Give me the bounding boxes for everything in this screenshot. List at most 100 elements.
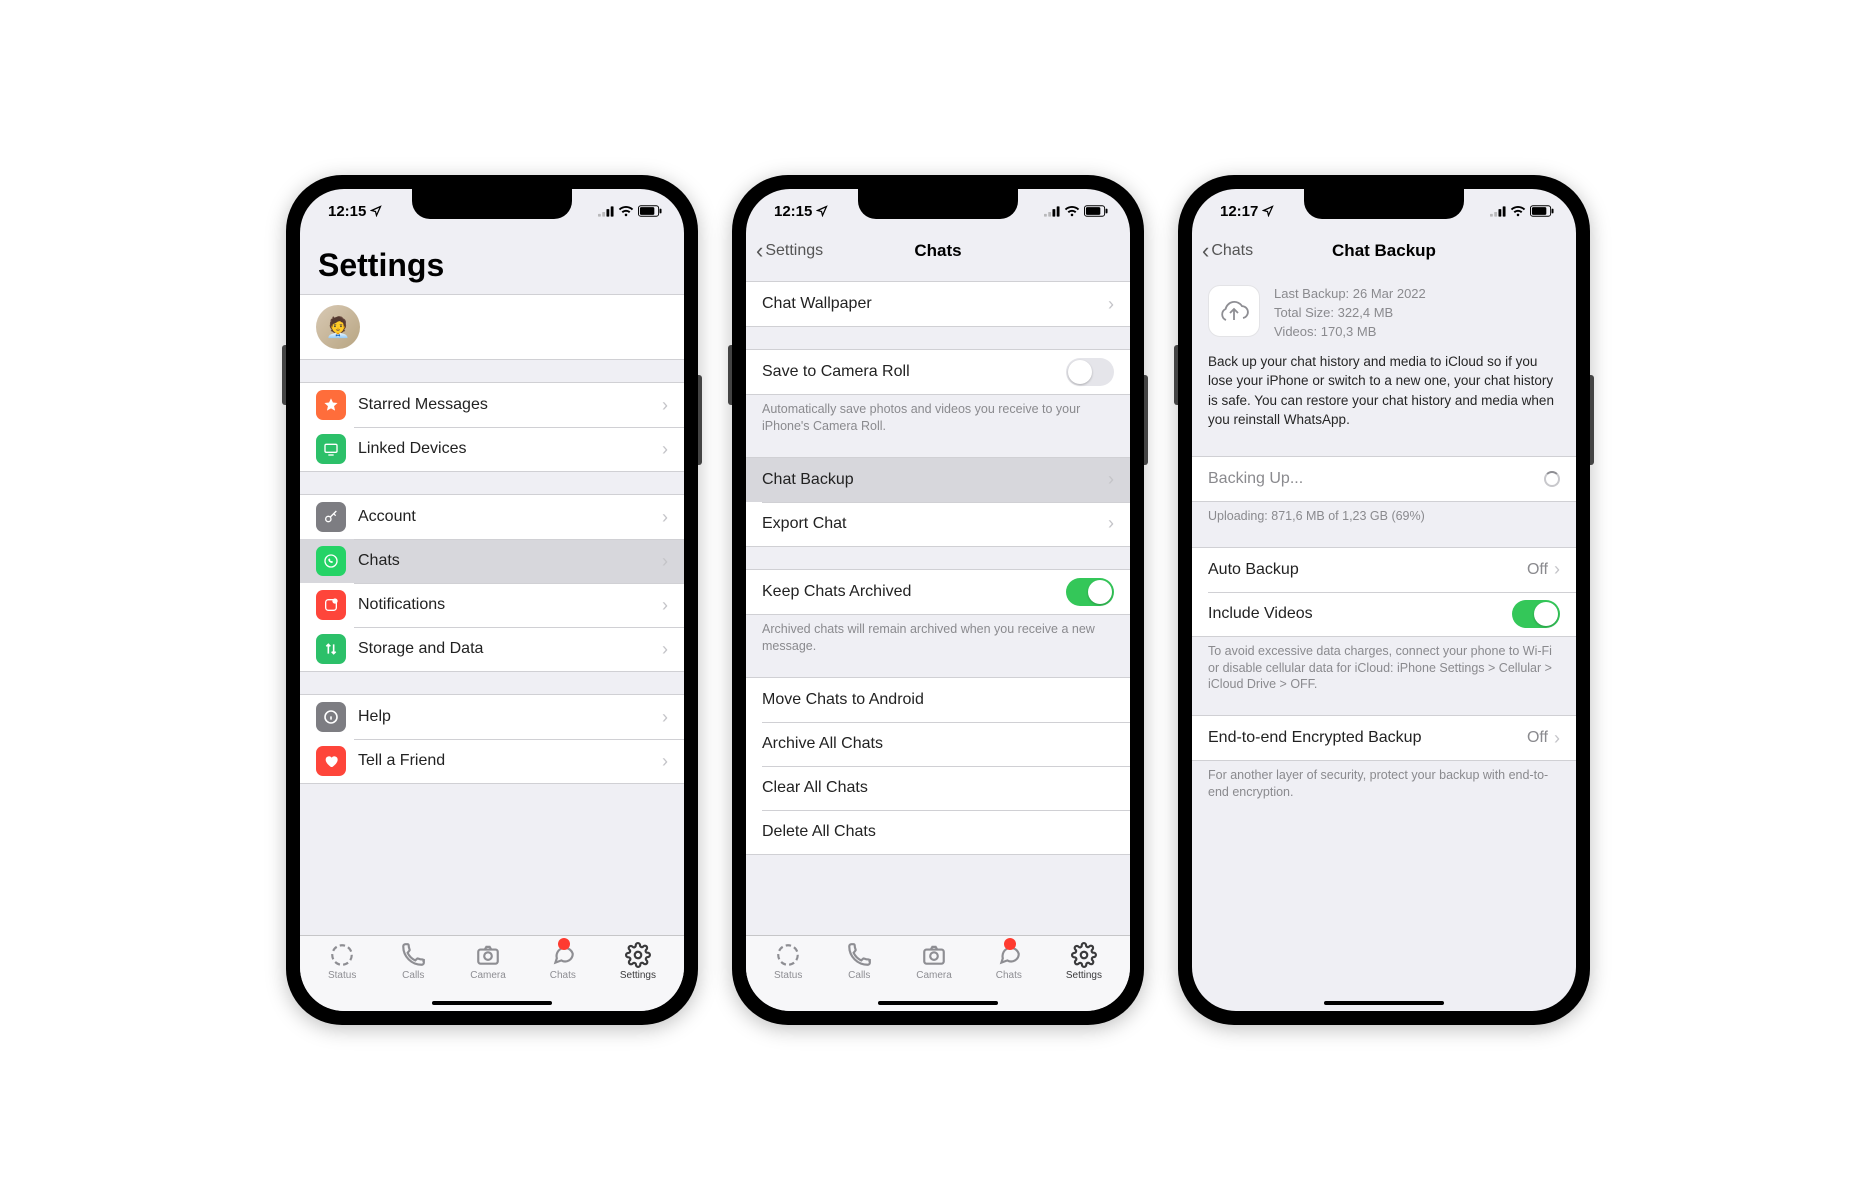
avatar: 🧑‍💼 [316,305,360,349]
row-label: Include Videos [1208,605,1512,623]
home-indicator[interactable] [1324,1001,1444,1005]
row-archive-all[interactable]: Archive All Chats [746,722,1130,766]
row-include-videos[interactable]: Include Videos [1192,592,1576,636]
total-size: Total Size: 322,4 MB [1274,304,1426,323]
row-save-camera-roll[interactable]: Save to Camera Roll [746,350,1130,394]
back-button[interactable]: ‹ Settings [756,238,823,264]
chevron-right-icon: › [1108,469,1114,490]
settings-group-3: Help › Tell a Friend › [300,694,684,784]
videos-size: Videos: 170,3 MB [1274,323,1426,342]
back-label: Chats [1211,242,1253,260]
signal-icon [1490,206,1506,217]
row-chat-backup[interactable]: Chat Backup › [746,458,1130,502]
row-account[interactable]: Account › [300,495,684,539]
progress-label: Backing Up... [1208,470,1544,488]
chat-actions-group: Move Chats to Android Archive All Chats … [746,677,1130,855]
tab-label: Camera [470,970,506,981]
tab-status[interactable]: Status [328,942,356,981]
location-arrow-icon [1262,205,1274,217]
chevron-right-icon: › [662,439,668,460]
battery-icon [1530,205,1554,217]
heart-icon [316,746,346,776]
tab-settings[interactable]: Settings [1066,942,1102,981]
notch [412,189,572,219]
battery-icon [1084,205,1108,217]
row-delete-all[interactable]: Delete All Chats [746,810,1130,854]
back-button[interactable]: ‹ Chats [1202,238,1253,264]
home-indicator[interactable] [432,1001,552,1005]
tab-label: Calls [402,970,424,981]
row-value: Off [1527,729,1548,747]
phone-chats: 12:15 ‹ Settings Chats Chat Wallpaper › [732,175,1144,1025]
chevron-right-icon: › [1554,728,1560,749]
tab-status[interactable]: Status [774,942,802,981]
location-arrow-icon [370,205,382,217]
chevron-right-icon: › [1108,294,1114,315]
last-backup: Last Backup: 26 Mar 2022 [1274,285,1426,304]
key-icon [316,502,346,532]
tab-chats[interactable]: Chats [550,942,576,981]
unread-badge [1004,938,1016,950]
tab-camera[interactable]: Camera [916,942,952,981]
row-label: End-to-end Encrypted Backup [1208,729,1527,747]
footer-camera-roll: Automatically save photos and videos you… [746,395,1130,435]
row-keep-archived[interactable]: Keep Chats Archived [746,570,1130,614]
backup-meta: Last Backup: 26 Mar 2022 Total Size: 322… [1274,285,1426,342]
location-arrow-icon [816,205,828,217]
row-linked-devices[interactable]: Linked Devices › [300,427,684,471]
chevron-left-icon: ‹ [1202,238,1209,264]
status-time: 12:15 [328,203,366,220]
row-chats[interactable]: Chats › [300,539,684,583]
chevron-right-icon: › [662,707,668,728]
tab-settings[interactable]: Settings [620,942,656,981]
row-label: Help [358,708,662,726]
row-label: Storage and Data [358,640,662,658]
phone-chat-backup: 12:17 ‹ Chats Chat Backup Last [1178,175,1590,1025]
row-export-chat[interactable]: Export Chat › [746,502,1130,546]
row-e2e-backup[interactable]: End-to-end Encrypted Backup Off › [1192,716,1576,760]
row-help[interactable]: Help › [300,695,684,739]
row-chat-wallpaper[interactable]: Chat Wallpaper › [746,282,1130,326]
row-auto-backup[interactable]: Auto Backup Off › [1192,548,1576,592]
row-clear-all[interactable]: Clear All Chats [746,766,1130,810]
chevron-right-icon: › [662,395,668,416]
upload-status: Uploading: 871,6 MB of 1,23 GB (69%) [1192,502,1576,525]
settings-group-2: Account › Chats › Notifications › Storag… [300,494,684,672]
app-badge-icon [316,590,346,620]
chevron-right-icon: › [662,551,668,572]
home-indicator[interactable] [878,1001,998,1005]
row-label: Tell a Friend [358,752,662,770]
tab-calls[interactable]: Calls [400,942,426,981]
chevron-right-icon: › [662,639,668,660]
back-label: Settings [765,242,823,260]
chevron-right-icon: › [662,595,668,616]
row-label: Chat Wallpaper [762,295,1108,313]
unread-badge [558,938,570,950]
signal-icon [598,206,614,217]
row-notifications[interactable]: Notifications › [300,583,684,627]
chevron-right-icon: › [1554,559,1560,580]
row-label: Chat Backup [762,471,1108,489]
toggle-keep-archived[interactable] [1066,578,1114,606]
camera-roll-group: Save to Camera Roll [746,349,1130,395]
info-icon [316,702,346,732]
row-starred-messages[interactable]: Starred Messages › [300,383,684,427]
tab-calls[interactable]: Calls [846,942,872,981]
tab-camera[interactable]: Camera [470,942,506,981]
toggle-save-camera-roll[interactable] [1066,358,1114,386]
e2e-group: End-to-end Encrypted Backup Off › [1192,715,1576,761]
row-tell-friend[interactable]: Tell a Friend › [300,739,684,783]
row-storage-data[interactable]: Storage and Data › [300,627,684,671]
row-move-android[interactable]: Move Chats to Android [746,678,1130,722]
tab-chats[interactable]: Chats [996,942,1022,981]
toggle-include-videos[interactable] [1512,600,1560,628]
tab-label: Calls [848,970,870,981]
battery-icon [638,205,662,217]
row-label: Linked Devices [358,440,662,458]
status-time: 12:15 [774,203,812,220]
status-time: 12:17 [1220,203,1258,220]
profile-row[interactable]: 🧑‍💼 [300,294,684,360]
row-label: Keep Chats Archived [762,583,1066,601]
row-label: Auto Backup [1208,561,1527,579]
backup-header: Last Backup: 26 Mar 2022 Total Size: 322… [1192,269,1576,352]
